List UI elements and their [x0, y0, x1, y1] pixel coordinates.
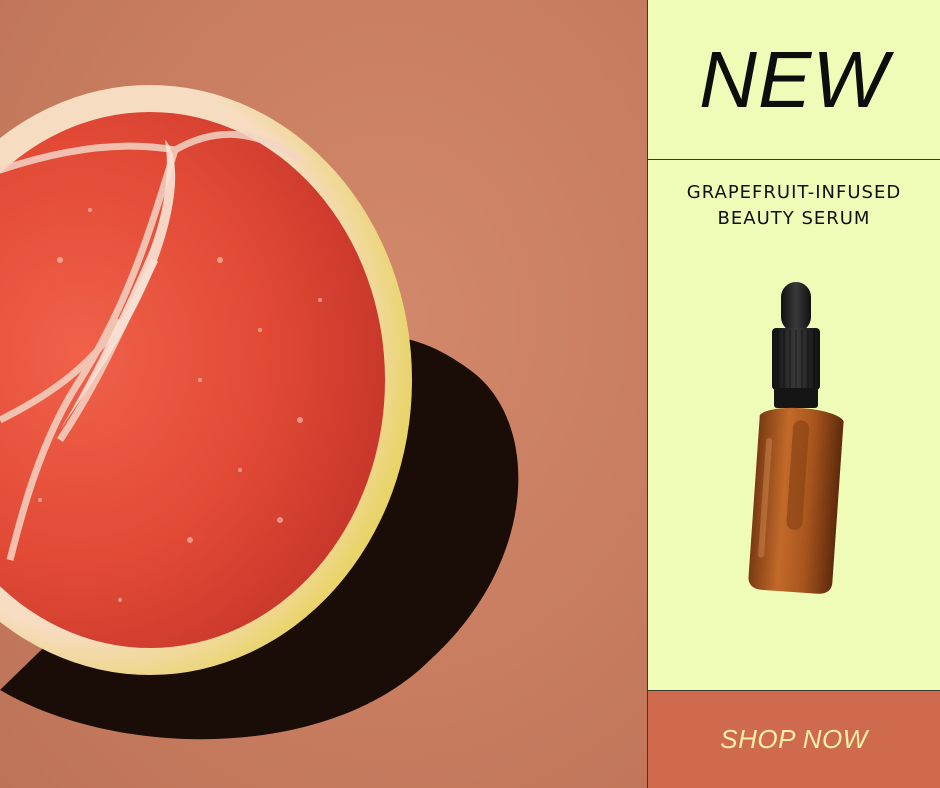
horizontal-divider	[648, 159, 940, 160]
subtitle-line-2: BEAUTY SERUM	[717, 208, 871, 229]
ad-canvas: NEW GRAPEFRUIT-INFUSED BEAUTY SERUM SHOP…	[0, 0, 940, 788]
headline-box: NEW	[648, 0, 940, 159]
grapefruit-illustration	[0, 85, 519, 740]
headline-text: NEW	[699, 34, 889, 124]
shop-now-button[interactable]: SHOP NOW	[648, 690, 940, 788]
grapefruit-photo	[0, 0, 648, 788]
subtitle-line-1: GRAPEFRUIT-INFUSED	[686, 182, 902, 203]
shop-now-label: SHOP NOW	[720, 724, 868, 754]
product-subtitle: GRAPEFRUIT-INFUSED BEAUTY SERUM	[658, 180, 930, 232]
promo-panel: NEW GRAPEFRUIT-INFUSED BEAUTY SERUM SHOP…	[648, 0, 940, 788]
serum-bottle-image	[748, 282, 844, 594]
